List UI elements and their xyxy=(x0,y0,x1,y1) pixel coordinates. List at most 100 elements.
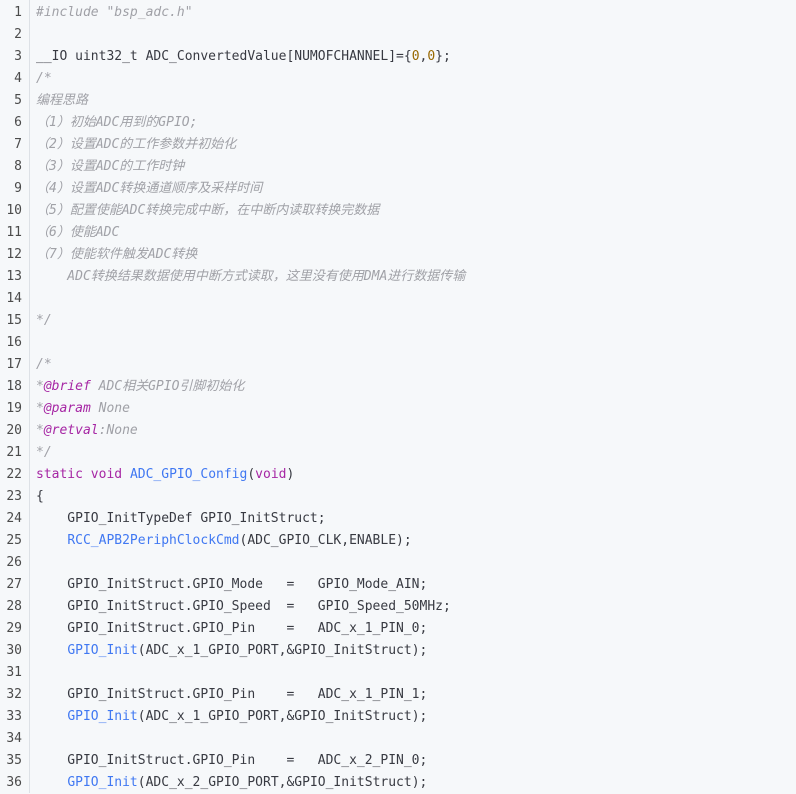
line-number: 21 xyxy=(6,445,22,460)
line-number: 17 xyxy=(6,357,22,372)
code-line[interactable]: RCC_APB2PeriphClockCmd(ADC_GPIO_CLK,ENAB… xyxy=(36,530,796,552)
code-token: GPIO_Init xyxy=(67,775,138,790)
code-token: RCC_APB2PeriphClockCmd xyxy=(67,533,240,548)
code-token: */ xyxy=(36,313,52,328)
code-line[interactable]: ADC转换结果数据使用中断方式读取，这里没有使用DMA进行数据传输 xyxy=(36,266,796,288)
code-token: { xyxy=(36,489,44,504)
code-editor[interactable]: 1 2 3 4 5 6 7 8 9 10 11 12 13 14 15 16 17 18 19 20 21 22 23 24 2… xyxy=(0,0,796,793)
code-line[interactable]: GPIO_InitStruct.GPIO_Pin = ADC_x_2_PIN_0… xyxy=(36,750,796,772)
code-token: （5）配置使能ADC转换完成中断，在中断内读取转换完数据 xyxy=(36,203,380,218)
code-token: void xyxy=(90,467,123,482)
code-token: void xyxy=(255,467,287,482)
code-token: 0 xyxy=(427,49,436,64)
code-line[interactable]: GPIO_InitStruct.GPIO_Pin = ADC_x_1_PIN_1… xyxy=(36,684,796,706)
code-line[interactable] xyxy=(36,24,796,46)
code-line[interactable]: __IO uint32_t ADC_ConvertedValue[NUMOFCH… xyxy=(36,46,796,68)
code-line[interactable]: （7）使能软件触发ADC转换 xyxy=(36,244,796,266)
line-number: 29 xyxy=(6,621,22,636)
line-number: 3 xyxy=(14,49,22,64)
code-token: （6）使能ADC xyxy=(36,225,120,240)
code-token: /* xyxy=(36,357,52,372)
line-number: 10 xyxy=(6,203,22,218)
line-number: 33 xyxy=(6,709,22,724)
code-token: （1）初始ADC用到的GPIO; xyxy=(36,115,198,130)
line-number: 15 xyxy=(6,313,22,328)
line-number: 25 xyxy=(6,533,22,548)
code-line[interactable] xyxy=(36,288,796,310)
code-token: (ADC_x_1_GPIO_PORT,&GPIO_InitStruct); xyxy=(137,643,428,658)
line-number: 28 xyxy=(6,599,22,614)
code-token: @brief xyxy=(43,379,91,394)
code-line[interactable]: /* xyxy=(36,68,796,90)
code-token: ADC相关GPIO引脚初始化 xyxy=(90,379,245,394)
code-token: @param xyxy=(43,401,91,416)
line-number: 12 xyxy=(6,247,22,262)
line-number: 5 xyxy=(14,93,22,108)
code-line[interactable]: */ xyxy=(36,442,796,464)
line-number: 1 xyxy=(14,5,22,20)
code-line[interactable]: GPIO_Init(ADC_x_2_GPIO_PORT,&GPIO_InitSt… xyxy=(36,772,796,794)
line-number: 9 xyxy=(14,181,22,196)
code-token: ( xyxy=(247,467,256,482)
code-token: （3）设置ADC的工作时钟 xyxy=(36,159,185,174)
code-line[interactable]: （5）配置使能ADC转换完成中断，在中断内读取转换完数据 xyxy=(36,200,796,222)
code-token: 0 xyxy=(411,49,420,64)
line-number: 34 xyxy=(6,731,22,746)
code-line[interactable]: /* xyxy=(36,354,796,376)
code-line[interactable] xyxy=(36,662,796,684)
code-token: None xyxy=(90,401,130,416)
code-token: ) xyxy=(286,467,295,482)
code-line[interactable]: GPIO_InitTypeDef GPIO_InitStruct; xyxy=(36,508,796,530)
code-token: __IO uint32_t ADC_ConvertedValue[NUMOFCH… xyxy=(36,49,412,64)
code-token: * xyxy=(36,379,44,394)
line-number: 18 xyxy=(6,379,22,394)
line-number: 36 xyxy=(6,775,22,790)
code-line[interactable]: GPIO_InitStruct.GPIO_Pin = ADC_x_1_PIN_0… xyxy=(36,618,796,640)
code-line[interactable]: */ xyxy=(36,310,796,332)
code-line[interactable]: #include "bsp_adc.h" xyxy=(36,2,796,24)
line-number: 13 xyxy=(6,269,22,284)
line-number: 7 xyxy=(14,137,22,152)
code-area[interactable]: #include "bsp_adc.h" __IO uint32_t ADC_C… xyxy=(30,0,796,793)
code-token: (ADC_x_2_GPIO_PORT,&GPIO_InitStruct); xyxy=(137,775,428,790)
code-token: }; xyxy=(435,49,451,64)
code-line[interactable]: *@brief ADC相关GPIO引脚初始化 xyxy=(36,376,796,398)
code-line[interactable]: （1）初始ADC用到的GPIO; xyxy=(36,112,796,134)
code-token: 编程思路 xyxy=(36,93,89,108)
code-line[interactable] xyxy=(36,552,796,574)
line-number: 20 xyxy=(6,423,22,438)
code-line[interactable]: GPIO_Init(ADC_x_1_GPIO_PORT,&GPIO_InitSt… xyxy=(36,640,796,662)
line-number: 14 xyxy=(6,291,22,306)
code-line[interactable]: *@retval:None xyxy=(36,420,796,442)
code-token: GPIO_InitTypeDef GPIO_InitStruct; xyxy=(36,511,326,526)
code-token: /* xyxy=(36,71,52,86)
code-line[interactable] xyxy=(36,728,796,750)
code-token: * xyxy=(36,423,44,438)
code-line[interactable]: （4）设置ADC转换通道顺序及采样时间 xyxy=(36,178,796,200)
line-number: 8 xyxy=(14,159,22,174)
code-line[interactable]: （3）设置ADC的工作时钟 xyxy=(36,156,796,178)
code-line[interactable]: 编程思路 xyxy=(36,90,796,112)
code-token: （7）使能软件触发ADC转换 xyxy=(36,247,198,262)
code-token: :None xyxy=(98,423,138,438)
code-line[interactable]: *@param None xyxy=(36,398,796,420)
line-number: 22 xyxy=(6,467,22,482)
code-token: static xyxy=(36,467,83,482)
code-token: ADC_GPIO_Config xyxy=(129,467,248,482)
code-line[interactable]: static void ADC_GPIO_Config(void) xyxy=(36,464,796,486)
code-token: GPIO_InitStruct.GPIO_Pin = ADC_x_1_PIN_1… xyxy=(36,687,428,702)
line-number: 16 xyxy=(6,335,22,350)
code-line[interactable]: GPIO_InitStruct.GPIO_Mode = GPIO_Mode_AI… xyxy=(36,574,796,596)
code-line[interactable]: GPIO_Init(ADC_x_1_GPIO_PORT,&GPIO_InitSt… xyxy=(36,706,796,728)
line-number: 6 xyxy=(14,115,22,130)
line-number: 2 xyxy=(14,27,22,42)
code-line[interactable]: （6）使能ADC xyxy=(36,222,796,244)
code-line[interactable]: GPIO_InitStruct.GPIO_Speed = GPIO_Speed_… xyxy=(36,596,796,618)
code-line[interactable]: （2）设置ADC的工作参数并初始化 xyxy=(36,134,796,156)
code-line[interactable]: { xyxy=(36,486,796,508)
code-line[interactable] xyxy=(36,332,796,354)
